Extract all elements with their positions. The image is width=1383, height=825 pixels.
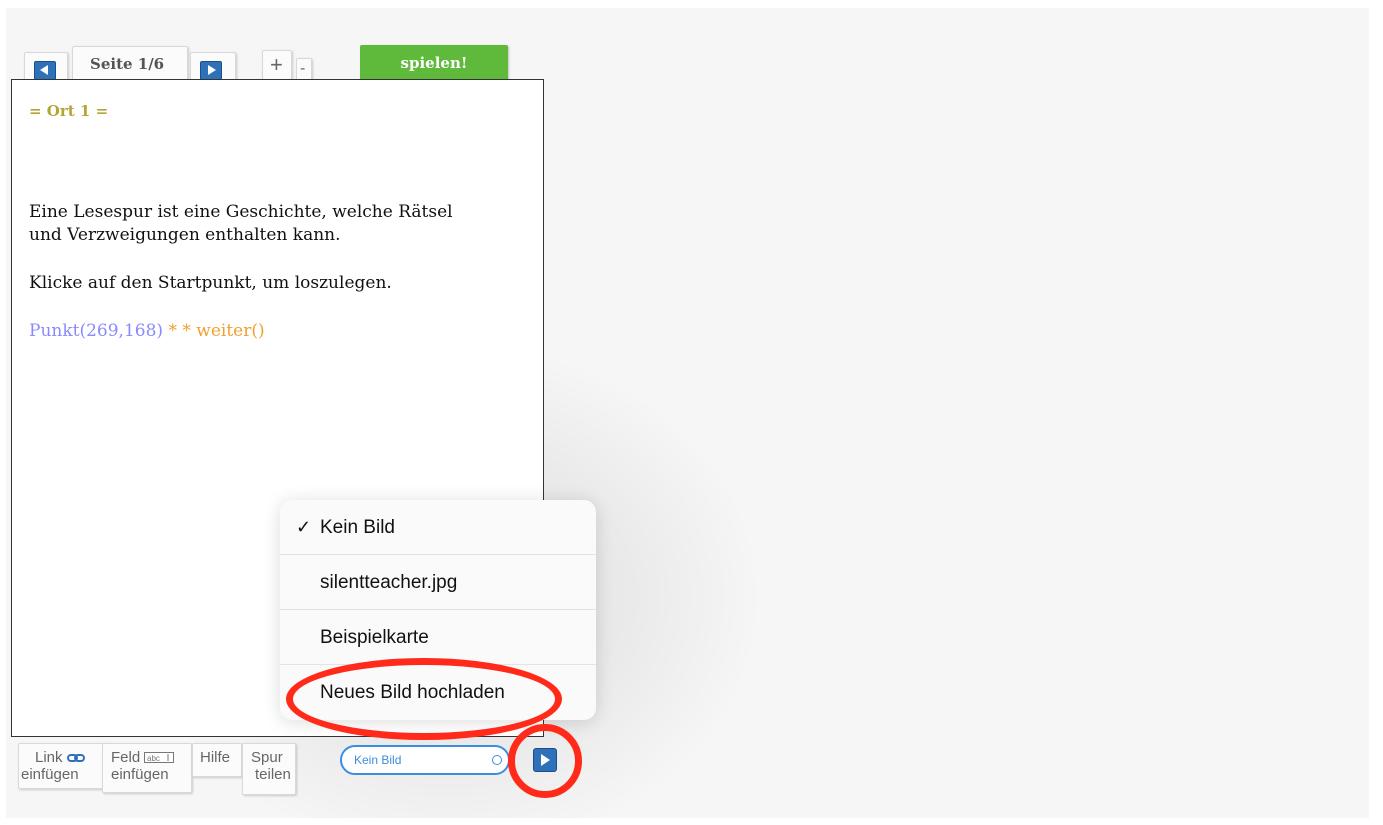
next-page-button[interactable] xyxy=(200,61,222,80)
zoom-in-label: + xyxy=(270,52,283,77)
page-indicator: Seite 1/6 xyxy=(90,55,165,73)
zoom-in-button[interactable]: + xyxy=(262,50,292,80)
share-trail-line1: Spur xyxy=(251,749,283,766)
code-line: Punkt(269,168) * * weiter() xyxy=(29,321,265,341)
insert-field-line2: einfügen xyxy=(111,766,169,783)
select-indicator-icon xyxy=(492,755,502,765)
share-trail-line2: teilen xyxy=(255,766,291,783)
triangle-left-icon xyxy=(40,65,48,75)
intro-line-1: Eine Lesespur ist eine Geschichte, welch… xyxy=(29,202,453,222)
menu-item-example-map[interactable]: Beispielkarte xyxy=(280,610,596,665)
image-select[interactable]: Kein Bild xyxy=(340,745,510,775)
insert-link-line2: einfügen xyxy=(21,766,79,783)
text-field-icon: abc xyxy=(144,750,175,767)
image-select-value: Kein Bild xyxy=(354,753,402,767)
page-indicator-tab: Seite 1/6 xyxy=(72,46,188,82)
insert-link-button[interactable]: Link einfügen xyxy=(18,743,106,789)
checkmark-icon: ✓ xyxy=(296,517,312,537)
insert-field-button[interactable]: Feld abc einfügen xyxy=(102,743,192,793)
code-point: Punkt(269,168) xyxy=(29,321,164,341)
menu-item-label: Beispielkarte xyxy=(320,627,429,648)
svg-text:abc: abc xyxy=(147,754,160,763)
triangle-right-icon xyxy=(208,65,216,75)
menu-item-label: silentteacher.jpg xyxy=(320,572,458,593)
help-label: Hilfe xyxy=(200,749,231,766)
menu-item-silentteacher[interactable]: silentteacher.jpg xyxy=(280,555,596,610)
app-canvas: Seite 1/6 + - spielen! = Ort 1 = Eine Le… xyxy=(6,8,1369,818)
share-trail-button[interactable]: Spur teilen xyxy=(242,743,296,795)
chain-link-icon xyxy=(66,750,85,767)
insert-link-row: Link xyxy=(35,749,85,767)
prev-page-button[interactable] xyxy=(34,61,56,80)
intro-line-2: und Verzweigungen enthalten kann. xyxy=(29,225,341,245)
code-call: weiter() xyxy=(196,321,265,341)
code-operator: * * xyxy=(163,321,197,341)
help-button[interactable]: Hilfe xyxy=(192,743,242,777)
annotation-ellipse-upload xyxy=(286,658,562,740)
zoom-out-label: - xyxy=(300,60,306,77)
insert-field-line1: Feld xyxy=(111,749,141,766)
location-heading: = Ort 1 = xyxy=(29,102,109,120)
insert-field-row: Feld abc xyxy=(111,749,175,767)
menu-item-no-image[interactable]: ✓ Kein Bild xyxy=(280,500,596,555)
play-button[interactable]: spielen! xyxy=(360,45,508,81)
start-instruction: Klicke auf den Startpunkt, um loszulegen… xyxy=(29,273,392,293)
insert-link-line1: Link xyxy=(35,749,63,766)
menu-item-label: Kein Bild xyxy=(320,517,395,538)
annotation-circle-apply xyxy=(508,724,582,798)
